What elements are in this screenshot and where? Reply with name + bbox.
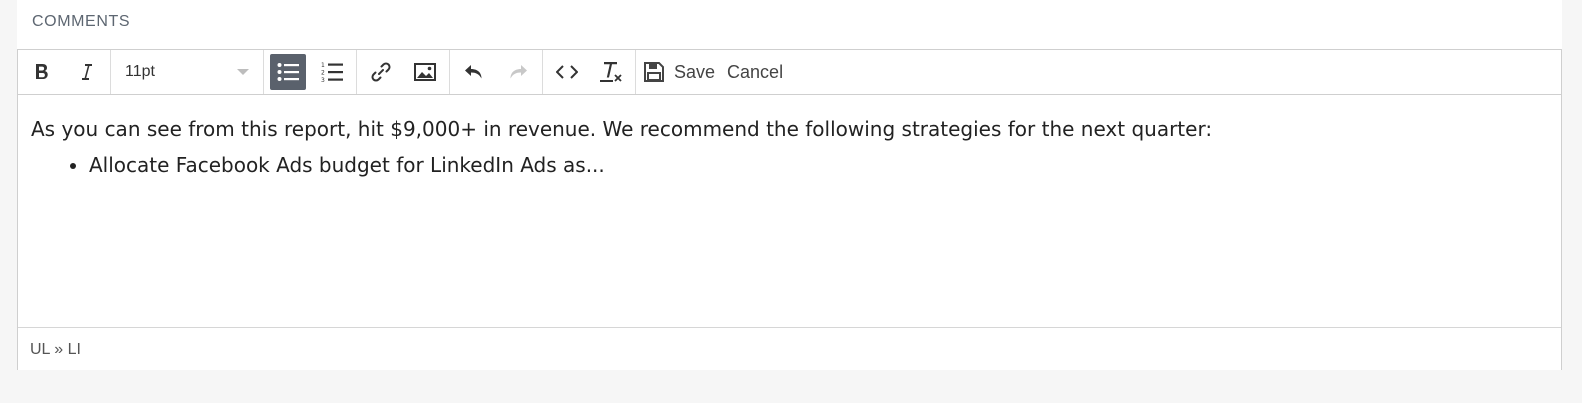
history-group <box>450 50 543 94</box>
element-path[interactable]: UL » LI <box>30 341 81 358</box>
editor-toolbar: 11pt 123 Save Cancel <box>18 50 1561 95</box>
save-label: Save <box>674 61 716 82</box>
section-label: COMMENTS <box>32 13 131 30</box>
numbered-list-icon: 123 <box>321 61 343 83</box>
redo-button[interactable] <box>500 54 536 90</box>
italic-button[interactable] <box>68 54 104 90</box>
code-icon <box>556 64 578 80</box>
insert-group <box>357 50 450 94</box>
editor-bullet-list: Allocate Facebook Ads budget for LinkedI… <box>31 153 1548 177</box>
image-button[interactable] <box>407 54 443 90</box>
undo-button[interactable] <box>456 54 492 90</box>
numbered-list-button[interactable]: 123 <box>314 54 350 90</box>
element-path-statusbar: UL » LI <box>18 327 1561 371</box>
editor-paragraph: As you can see from this report, hit $9,… <box>31 117 1213 141</box>
font-size-value: 11pt <box>125 63 155 80</box>
editor-content[interactable]: As you can see from this report, hit $9,… <box>18 95 1561 327</box>
list-group: 123 <box>264 50 357 94</box>
format-group <box>18 50 111 94</box>
cancel-button[interactable]: Cancel <box>721 54 789 90</box>
font-size-select[interactable]: 11pt <box>113 50 261 94</box>
bullet-list-icon <box>277 62 299 82</box>
bullet-list-button[interactable] <box>270 54 306 90</box>
font-size-group: 11pt <box>111 50 264 94</box>
clear-formatting-button[interactable] <box>593 54 629 90</box>
image-icon <box>414 62 436 82</box>
save-icon <box>644 61 664 83</box>
italic-icon <box>78 62 94 82</box>
svg-text:1: 1 <box>321 62 325 69</box>
undo-icon <box>463 62 485 82</box>
svg-text:2: 2 <box>321 70 325 77</box>
redo-icon <box>507 62 529 82</box>
bold-icon <box>34 62 50 82</box>
source-code-button[interactable] <box>549 54 585 90</box>
svg-text:3: 3 <box>321 77 325 83</box>
chevron-down-icon <box>237 69 249 75</box>
link-button[interactable] <box>363 54 399 90</box>
bold-button[interactable] <box>24 54 60 90</box>
link-icon <box>370 61 392 83</box>
clear-format-icon <box>599 61 623 83</box>
save-button[interactable]: Save <box>638 54 721 90</box>
rich-text-editor: 11pt 123 Save Cancel As you can see from… <box>17 49 1562 370</box>
code-group <box>543 50 636 94</box>
list-item: Allocate Facebook Ads budget for LinkedI… <box>89 153 1548 177</box>
action-group: Save Cancel <box>636 50 791 94</box>
comments-panel: COMMENTS 11pt 1 2 3 Save Cancel As you c… <box>17 0 1562 370</box>
cancel-label: Cancel <box>727 61 784 82</box>
